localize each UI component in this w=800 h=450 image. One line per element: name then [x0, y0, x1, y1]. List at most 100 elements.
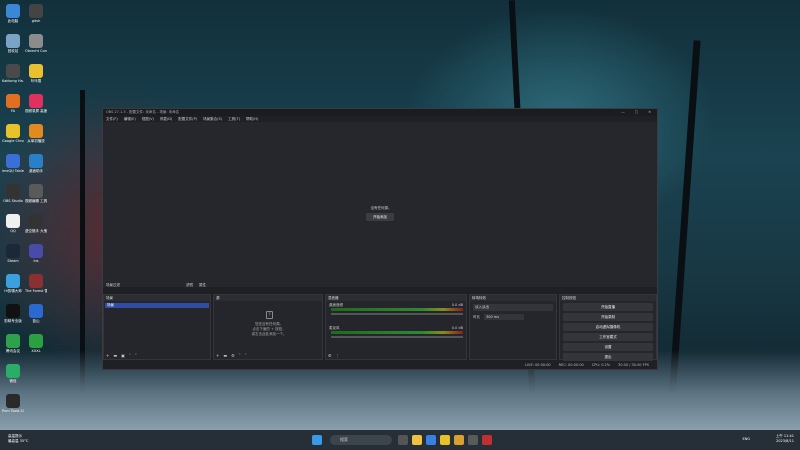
desktop-icon[interactable]: Kakkong Ha...	[2, 64, 24, 83]
filters-button[interactable]: 滤镜	[186, 283, 193, 288]
file-explorer-icon[interactable]	[412, 435, 422, 445]
task-view-icon[interactable]	[398, 435, 408, 445]
menu-tools[interactable]: 工具(T)	[228, 117, 240, 122]
arrow-down-icon[interactable]: ˅	[245, 353, 247, 358]
add-icon[interactable]: +	[216, 353, 219, 358]
settings-icon[interactable]: ▣	[121, 353, 125, 358]
desktop-icon[interactable]: XXXL	[25, 334, 47, 353]
folder-icon[interactable]	[454, 435, 464, 445]
desktop-icon-label: 腾讯会议	[6, 349, 20, 353]
virtual-camera-button[interactable]: 启动虚拟摄像机	[563, 323, 653, 331]
status-bar: LIVE: 00:00:00 REC: 00:00:00 CPU: 0.2% 3…	[103, 361, 657, 369]
app-icon	[6, 274, 20, 288]
gear-icon[interactable]: ⚙	[231, 353, 235, 358]
studio-mode-button[interactable]: 工作室模式	[563, 333, 653, 341]
menu-file[interactable]: 文件(F)	[106, 117, 118, 122]
app-icon	[6, 304, 20, 318]
exit-button[interactable]: 退出	[563, 353, 653, 361]
trash-icon[interactable]: ▬	[113, 353, 117, 358]
desktop-audio-slider[interactable]	[331, 313, 463, 315]
menu-profile[interactable]: 配置文件(P)	[178, 117, 197, 122]
desktop-icon[interactable]: 咔咔雪	[25, 64, 47, 83]
app-icon	[6, 154, 20, 168]
app-icon[interactable]	[468, 435, 478, 445]
clock-date: 2023/8/11	[776, 439, 794, 443]
menu-docks[interactable]: 停靠(D)	[160, 117, 172, 122]
desktop-icon[interactable]: 剪映专业版	[2, 304, 24, 323]
desktop-icon[interactable]: 腾讯会议	[2, 334, 24, 353]
scene-item[interactable]: 场景	[105, 303, 209, 308]
scene-filter-label[interactable]: 场景过滤	[106, 283, 120, 288]
search-box[interactable]: 搜索	[330, 435, 392, 445]
chrome-icon[interactable]	[440, 435, 450, 445]
desktop-icon[interactable]: QQ	[2, 214, 24, 233]
scene-bar: 场景过滤 滤镜 属性	[103, 281, 657, 289]
arrow-down-icon[interactable]: ˅	[135, 353, 137, 358]
desktop-icon[interactable]: Pum Tools Simulator 2	[2, 394, 24, 413]
arrow-up-icon[interactable]: ˄	[129, 353, 131, 358]
desktop-icon-label: ins	[33, 259, 39, 263]
obs-taskbar-icon[interactable]	[482, 435, 492, 445]
app-icon	[6, 394, 20, 408]
app-icon	[29, 244, 43, 258]
menu-view[interactable]: 视图(V)	[142, 117, 154, 122]
language-indicator[interactable]: ENG	[742, 437, 750, 441]
desktop-icon[interactable]: 此电脑	[2, 4, 24, 23]
mic-slider[interactable]	[331, 336, 463, 338]
desktop-icon[interactable]: FA	[2, 94, 24, 113]
gear-icon[interactable]: ⚙	[328, 353, 332, 358]
taskbar: 高温提示 最高温 35°C 搜索 ENG 上午 11:41 2023/8/11	[0, 430, 800, 450]
desktop-icon[interactable]: imeQtJ Table...	[2, 154, 24, 173]
preview-canvas[interactable]: 没有任何源。 开始添加	[103, 122, 657, 287]
settings-button[interactable]: 设置	[563, 343, 653, 351]
more-icon[interactable]: ⋮	[336, 353, 340, 358]
app-icon	[6, 334, 20, 348]
duration-input[interactable]: 300 ms	[484, 314, 524, 320]
desktop-icon[interactable]: 回收站	[2, 34, 24, 53]
menu-edit[interactable]: 编辑(E)	[124, 117, 136, 122]
desktop-icon[interactable]: 视频录屏 高速版	[25, 94, 47, 113]
minimize-icon[interactable]: —	[621, 110, 625, 114]
app-icon	[29, 64, 43, 78]
app-icon	[29, 334, 43, 348]
desktop-icon[interactable]: 视频编辑 工具	[25, 184, 47, 203]
trash-icon[interactable]: ▬	[223, 353, 227, 358]
store-icon[interactable]	[426, 435, 436, 445]
add-icon[interactable]: +	[106, 353, 109, 358]
app-icon	[29, 184, 43, 198]
desktop-icon-label: FA	[10, 109, 16, 113]
desktop-icon[interactable]: gitsh	[25, 4, 47, 23]
desktop-icon[interactable]: Hi剪辑大师	[2, 274, 24, 293]
desktop-icon[interactable]: 从单初播放	[25, 124, 47, 143]
app-icon	[29, 214, 43, 228]
rec-status: REC: 00:00:00	[558, 363, 584, 367]
properties-button[interactable]: 属性	[199, 283, 206, 288]
desktop-icon[interactable]: 蓝山	[25, 304, 47, 323]
desktop-icon[interactable]: ins	[25, 244, 47, 263]
no-source-text: 没有任何源。	[370, 206, 392, 210]
desktop-icon-label: imeQtJ Table...	[2, 169, 24, 173]
menu-help[interactable]: 帮助(H)	[246, 117, 258, 122]
desktop-icon[interactable]: 微信	[2, 364, 24, 383]
add-source-button[interactable]: 开始添加	[366, 213, 394, 221]
close-icon[interactable]: ✕	[648, 110, 651, 114]
desktop-icon[interactable]: OBS Studio	[2, 184, 24, 203]
desktop-icon[interactable]: Steam	[2, 244, 24, 263]
transition-select[interactable]: 淡入淡出	[473, 304, 553, 311]
desktop-icon-label: 回收站	[7, 49, 19, 53]
desktop-icon[interactable]: Obrecht Conteri	[25, 34, 47, 53]
start-recording-button[interactable]: 开始录制	[563, 313, 653, 321]
desktop-icon[interactable]: The Forest 雪境	[25, 274, 47, 293]
mixer-dock: 混音器 桌面音频 0.0 dB 麦克风 0.0 dB ⚙ ⋮	[325, 294, 467, 360]
start-streaming-button[interactable]: 开始直播	[563, 303, 653, 311]
weather-widget[interactable]: 高温提示 最高温 35°C	[8, 434, 28, 444]
title-bar[interactable]: OBS 27.1.3 - 配置文件: 未命名 - 场景: 未命名 — □ ✕	[103, 109, 657, 116]
start-icon[interactable]	[312, 435, 322, 445]
menu-scene-collection[interactable]: 场景集合(S)	[203, 117, 222, 122]
desktop-icon[interactable]: 桌面助手	[25, 154, 47, 173]
desktop-icon[interactable]: 虚空猎手 大鬼...	[25, 214, 47, 233]
desktop-icon[interactable]: Google Chrome	[2, 124, 24, 143]
clock[interactable]: 上午 11:41 2023/8/11	[776, 434, 794, 444]
arrow-up-icon[interactable]: ˄	[239, 353, 241, 358]
maximize-icon[interactable]: □	[635, 110, 638, 114]
